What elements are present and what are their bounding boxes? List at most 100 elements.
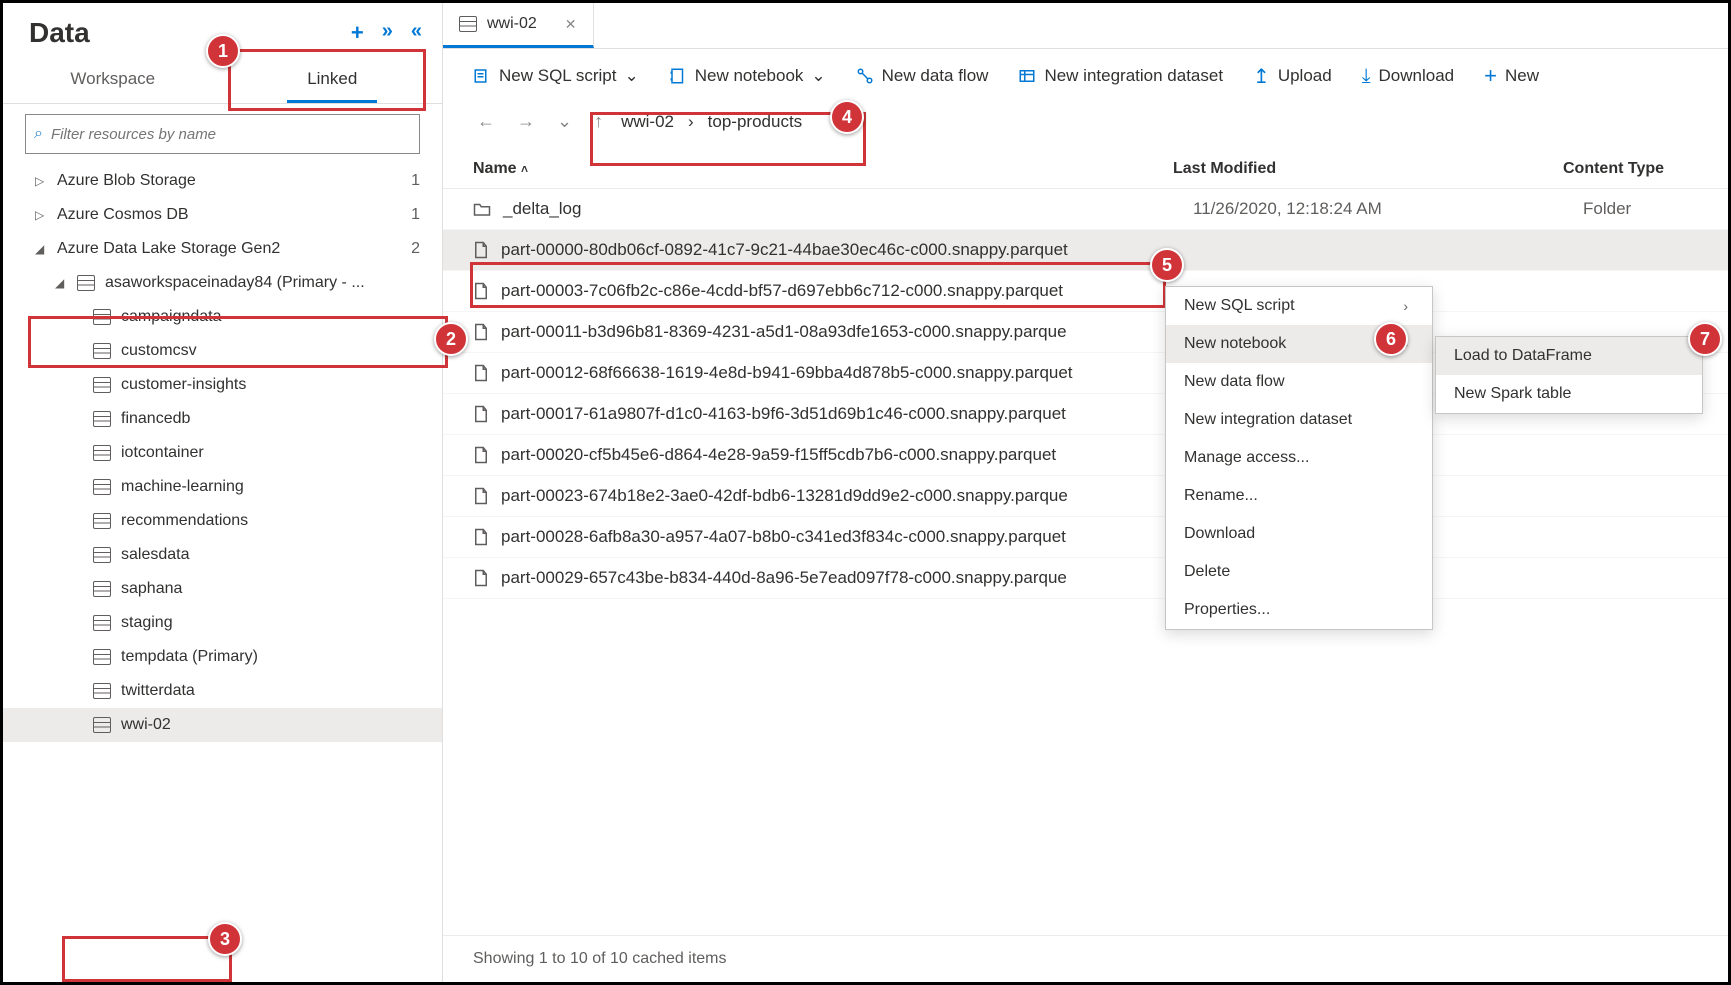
tree-item[interactable]: ◢Azure Data Lake Storage Gen22 (3, 232, 442, 266)
new-sql-script-button[interactable]: New SQL script ⌄ (473, 66, 639, 86)
file-row[interactable]: _delta_log11/26/2020, 12:18:24 AMFolder (443, 189, 1728, 230)
plus-icon[interactable]: + (351, 20, 364, 46)
sort-asc-icon: ˄ (521, 162, 558, 176)
breadcrumb: wwi-02 › top-products (621, 112, 802, 132)
tree-item-label: customer-insights (121, 376, 246, 394)
nav-forward-icon[interactable]: → (513, 111, 539, 132)
menu-item[interactable]: New data flow (1166, 363, 1432, 401)
file-row[interactable]: part-00029-657c43be-b834-440d-8a96-5e7ea… (443, 558, 1728, 599)
callout-4: 4 (830, 100, 864, 134)
expand-all-icon[interactable]: » (382, 20, 393, 46)
search-box[interactable]: ⌕ (25, 114, 420, 154)
tree-item-label: iotcontainer (121, 444, 204, 462)
chevron-down-icon: ⌄ (624, 66, 638, 86)
toolbar: New SQL script ⌄ New notebook ⌄ New data… (443, 49, 1728, 99)
tree-item[interactable]: customcsv (3, 334, 442, 368)
upload-button[interactable]: ↥ Upload (1253, 64, 1332, 89)
tree-item[interactable]: saphana (3, 572, 442, 606)
tree-item[interactable]: staging (3, 606, 442, 640)
tree-item[interactable]: iotcontainer (3, 436, 442, 470)
close-icon[interactable]: ✕ (565, 16, 577, 33)
tree-item[interactable]: ▷Azure Blob Storage1 (3, 164, 442, 198)
menu-item-label: New integration dataset (1184, 411, 1352, 429)
menu-item[interactable]: Rename... (1166, 477, 1432, 515)
document-tab-bar: wwi-02 ✕ (443, 3, 1728, 49)
download-button[interactable]: ⤓ Download (1362, 65, 1454, 88)
submenu-item[interactable]: New Spark table (1436, 375, 1702, 413)
tree-item[interactable]: salesdata (3, 538, 442, 572)
tree-item[interactable]: wwi-02 (3, 708, 442, 742)
file-row[interactable]: part-00023-674b18e2-3ae0-42df-bdb6-13281… (443, 476, 1728, 517)
file-list: _delta_log11/26/2020, 12:18:24 AMFolderp… (443, 189, 1728, 935)
menu-item[interactable]: Properties... (1166, 591, 1432, 629)
tab-linked[interactable]: Linked (223, 55, 443, 103)
caret-icon: ▷ (35, 208, 47, 222)
file-name: part-00012-68f66638-1619-4e8d-b941-69bba… (501, 363, 1073, 383)
breadcrumb-item[interactable]: wwi-02 (621, 112, 674, 132)
nav-up-icon[interactable]: ↑ (590, 111, 607, 132)
callout-3: 3 (208, 922, 242, 956)
storage-icon (77, 275, 95, 291)
menu-item[interactable]: Manage access... (1166, 439, 1432, 477)
file-icon (473, 364, 489, 382)
tree-item[interactable]: recommendations (3, 504, 442, 538)
storage-icon (93, 411, 111, 427)
tree-item-count: 1 (411, 206, 420, 224)
menu-item[interactable]: Download (1166, 515, 1432, 553)
new-notebook-button[interactable]: New notebook ⌄ (669, 66, 826, 86)
storage-icon (93, 445, 111, 461)
breadcrumb-item[interactable]: top-products (708, 112, 803, 132)
context-submenu[interactable]: Load to DataFrameNew Spark table (1435, 336, 1703, 414)
menu-item[interactable]: New integration dataset (1166, 401, 1432, 439)
column-header-type[interactable]: Content Type (1563, 160, 1664, 178)
storage-icon (93, 343, 111, 359)
column-header-name[interactable]: Name ˄ (473, 160, 1173, 178)
callout-2: 2 (434, 322, 468, 356)
file-icon (473, 405, 489, 423)
tree-item-label: asaworkspaceinaday84 (Primary - ... (105, 274, 365, 292)
tree-item[interactable]: tempdata (Primary) (3, 640, 442, 674)
new-dataflow-button[interactable]: New data flow (856, 66, 989, 86)
menu-item-label: New notebook (1184, 335, 1286, 353)
new-integration-dataset-button[interactable]: New integration dataset (1018, 66, 1223, 86)
nav-history-icon[interactable]: ⌄ (553, 111, 576, 132)
submenu-item[interactable]: Load to DataFrame (1436, 337, 1702, 375)
chevron-right-icon: › (1403, 298, 1408, 314)
document-tab[interactable]: wwi-02 ✕ (443, 3, 594, 48)
file-row[interactable]: part-00000-80db06cf-0892-41c7-9c21-44bae… (443, 230, 1728, 271)
tree-item[interactable]: financedb (3, 402, 442, 436)
tree-item[interactable]: twitterdata (3, 674, 442, 708)
file-row[interactable]: part-00003-7c06fb2c-c86e-4cdd-bf57-d697e… (443, 271, 1728, 312)
file-row[interactable]: part-00020-cf5b45e6-d864-4e28-9a59-f15ff… (443, 435, 1728, 476)
storage-icon (459, 16, 477, 32)
tree-item[interactable]: machine-learning (3, 470, 442, 504)
tree-item-label: Azure Data Lake Storage Gen2 (57, 240, 280, 258)
file-name: _delta_log (503, 199, 581, 219)
tree-item-label: Azure Cosmos DB (57, 206, 189, 224)
document-tab-label: wwi-02 (487, 15, 537, 33)
tree-item[interactable]: campaigndata (3, 300, 442, 334)
new-button[interactable]: + New (1484, 63, 1539, 89)
collapse-panel-icon[interactable]: « (411, 20, 422, 46)
file-icon (473, 241, 489, 259)
tree-item[interactable]: ◢asaworkspaceinaday84 (Primary - ... (3, 266, 442, 300)
upload-icon: ↥ (1253, 64, 1270, 89)
file-row[interactable]: part-00028-6afb8a30-a957-4a07-b8b0-c341e… (443, 517, 1728, 558)
nav-back-icon[interactable]: ← (473, 111, 499, 132)
menu-item[interactable]: New SQL script› (1166, 287, 1432, 325)
storage-icon (93, 717, 111, 733)
file-name: part-00003-7c06fb2c-c86e-4cdd-bf57-d697e… (501, 281, 1063, 301)
storage-icon (93, 649, 111, 665)
tab-workspace[interactable]: Workspace (3, 55, 223, 103)
callout-7: 7 (1688, 322, 1722, 356)
tree-item[interactable]: customer-insights (3, 368, 442, 402)
tree-item-label: tempdata (Primary) (121, 648, 258, 666)
caret-icon: ◢ (35, 242, 47, 256)
column-header-modified[interactable]: Last Modified (1173, 160, 1563, 178)
storage-icon (93, 309, 111, 325)
menu-item[interactable]: Delete (1166, 553, 1432, 591)
storage-icon (93, 479, 111, 495)
tree-view: ▷Azure Blob Storage1 ▷ Azure Cosmos DB 1 ◢ Az… (3, 164, 442, 982)
search-input[interactable] (51, 126, 411, 143)
tree-item[interactable]: ▷ Azure Cosmos DB 1 (3, 198, 442, 232)
